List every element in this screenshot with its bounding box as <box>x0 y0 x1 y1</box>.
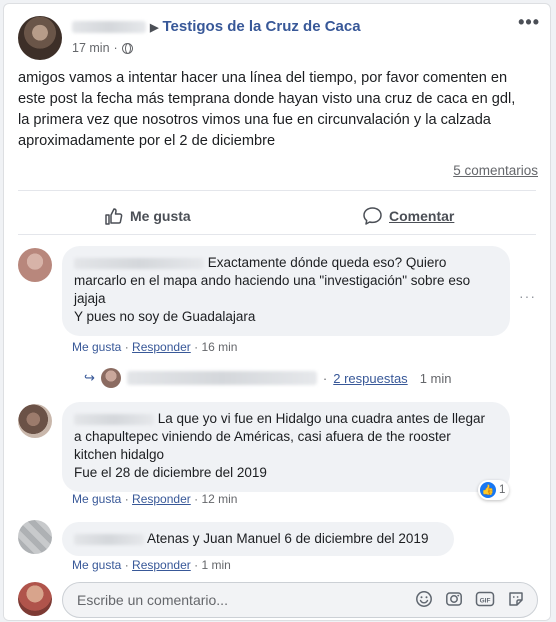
comment-text-line: jajaja <box>74 291 106 306</box>
meta-separator: · <box>322 370 328 386</box>
meta-separator: · <box>194 558 199 572</box>
view-replies-row[interactable]: ↪ · 2 respuestas 1 min <box>84 368 451 388</box>
replies-time: 1 min <box>419 370 452 386</box>
post-card: ▶ Testigos de la Cruz de Caca 17 min · ••… <box>3 3 551 621</box>
comment-input-tools: GIF <box>415 590 525 608</box>
thumbs-up-icon <box>105 208 123 225</box>
comment-bubble: La que yo vi fue en Hidalgo una cuadra a… <box>62 402 510 492</box>
like-label: Me gusta <box>130 208 191 224</box>
comment-text-line: kitchen hidalgo <box>74 447 165 462</box>
comment-text-line: La que yo vi fue en Hidalgo una cuadra a… <box>157 411 485 426</box>
comment-text-line: Fue el 28 de diciembre del 2019 <box>74 465 267 480</box>
post-time[interactable]: 17 min <box>72 41 110 55</box>
meta-separator: · <box>124 492 129 506</box>
comment-like-link[interactable]: Me gusta <box>72 558 121 572</box>
meta-separator: · <box>124 340 129 354</box>
comment-label: Comentar <box>389 208 455 224</box>
comment-time[interactable]: 16 min <box>201 340 237 354</box>
author-line: ▶ Testigos de la Cruz de Caca <box>72 18 361 35</box>
post-text: amigos vamos a intentar hacer una línea … <box>18 68 538 152</box>
current-user-avatar <box>18 582 52 616</box>
blurred-commenter-name[interactable] <box>74 533 144 545</box>
comments-count-link[interactable]: 5 comentarios <box>453 163 538 178</box>
comment-time[interactable]: 12 min <box>201 492 237 506</box>
comment-bubble-icon <box>363 207 382 225</box>
reaction-count-badge[interactable]: 👍 1 <box>478 480 510 500</box>
post-text-line: este post la fecha más temprana donde ha… <box>18 91 516 107</box>
post-header: ▶ Testigos de la Cruz de Caca 17 min · ••… <box>18 12 540 64</box>
comment-input-placeholder: Escribe un comentario... <box>77 592 228 608</box>
svg-text:GIF: GIF <box>480 597 491 604</box>
meta-separator: · <box>194 340 199 354</box>
post-text-line: amigos vamos a intentar hacer una línea … <box>18 70 508 86</box>
triangle-right-icon: ▶ <box>150 22 159 34</box>
blurred-commenter-name[interactable] <box>74 257 204 269</box>
thumbs-up-icon: 👍 <box>480 482 496 498</box>
comment-reply-link[interactable]: Responder <box>132 340 191 354</box>
write-comment-row: Escribe un comentario... GIF <box>18 582 538 618</box>
reply-avatar <box>100 368 121 388</box>
comment-like-link[interactable]: Me gusta <box>72 492 121 506</box>
comment-meta: Me gusta · Responder · 16 min <box>72 340 237 354</box>
divider <box>18 190 536 191</box>
comment-bubble: Atenas y Juan Manuel 6 de diciembre del … <box>62 522 454 556</box>
sticker-icon[interactable] <box>507 590 525 608</box>
meta-separator: · <box>113 41 118 55</box>
emoji-icon[interactable] <box>415 590 433 608</box>
commenter-avatar[interactable] <box>18 248 52 282</box>
commenter-avatar[interactable] <box>18 520 52 554</box>
post-text-line: aproximadamente por el 2 de diciembre <box>18 133 276 149</box>
camera-icon[interactable] <box>445 590 463 608</box>
gif-icon[interactable]: GIF <box>475 590 495 608</box>
comment-meta: Me gusta · Responder · 1 min <box>72 558 231 572</box>
blurred-author-name[interactable] <box>72 21 146 34</box>
globe-icon <box>121 42 133 54</box>
comment-input[interactable]: Escribe un comentario... GIF <box>62 582 538 618</box>
comment-like-link[interactable]: Me gusta <box>72 340 121 354</box>
comment-text-line: Y pues no soy de Guadalajara <box>74 309 256 324</box>
meta-separator: · <box>194 492 199 506</box>
like-button[interactable]: Me gusta <box>104 202 191 230</box>
blurred-reply-names <box>126 371 317 385</box>
replies-link[interactable]: 2 respuestas <box>333 371 407 386</box>
comment-options-icon[interactable]: ··· <box>519 288 536 304</box>
comment-reply-link[interactable]: Responder <box>132 492 191 506</box>
post-meta: 17 min · <box>72 41 133 55</box>
comment-text-line: a chapultepec viniendo de Américas, casi… <box>74 429 451 444</box>
reaction-count: 1 <box>499 484 506 496</box>
meta-separator: · <box>124 558 129 572</box>
reply-arrow-icon: ↪ <box>84 370 95 385</box>
post-text-line: la primera vez que nosotros vimos una fu… <box>18 112 491 128</box>
blurred-commenter-name[interactable] <box>74 413 154 425</box>
comment-reply-link[interactable]: Responder <box>132 558 191 572</box>
comment-text-line: Exactamente dónde queda eso? Quiero <box>207 255 447 270</box>
author-avatar[interactable] <box>18 16 62 60</box>
comment-time[interactable]: 1 min <box>201 558 230 572</box>
more-horizontal-icon[interactable]: ••• <box>518 12 540 33</box>
comment-text-line: Atenas y Juan Manuel 6 de diciembre del … <box>147 531 429 546</box>
comments-section: Exactamente dónde queda eso? Quiero marc… <box>4 236 550 620</box>
comment-bubble: Exactamente dónde queda eso? Quiero marc… <box>62 246 510 336</box>
comment-text-line: marcarlo en el mapa ando haciendo una "i… <box>74 273 471 288</box>
divider <box>18 234 536 235</box>
commenter-avatar[interactable] <box>18 404 52 438</box>
group-name-link[interactable]: Testigos de la Cruz de Caca <box>162 18 360 35</box>
comment-meta: Me gusta · Responder · 12 min <box>72 492 237 506</box>
comment-button[interactable]: Comentar <box>362 202 454 230</box>
